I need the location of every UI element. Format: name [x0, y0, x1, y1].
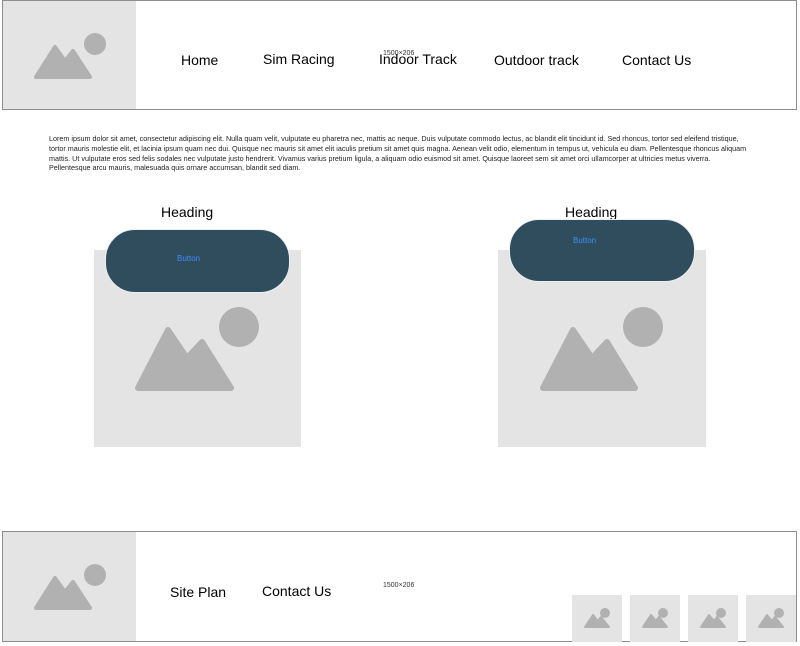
footer-thumbnail-3[interactable] [688, 595, 738, 642]
nav-contact-us[interactable]: Contact Us [622, 52, 691, 68]
footer-thumbnail-1[interactable] [572, 595, 622, 642]
footer-thumbnail-4[interactable] [746, 595, 796, 642]
image-placeholder-icon [700, 608, 726, 628]
image-placeholder-icon [584, 608, 610, 628]
image-placeholder-icon [34, 33, 106, 79]
nav-indoor-track[interactable]: Indoor Track [379, 51, 457, 67]
card-2-button-label: Button [573, 236, 597, 245]
card-2-button[interactable]: Button [509, 219, 695, 282]
footer-contact-us-link[interactable]: Contact Us [262, 583, 331, 599]
nav-home[interactable]: Home [181, 52, 218, 68]
image-placeholder-icon [758, 608, 784, 628]
card-1-button[interactable]: Button [105, 229, 290, 293]
footer-logo[interactable] [3, 532, 136, 641]
footer-banner-label: 1500×206 [383, 582, 415, 589]
footer-site-plan-link[interactable]: Site Plan [170, 584, 226, 600]
nav-sim-racing[interactable]: Sim Racing [263, 51, 335, 67]
card-2-heading: Heading [565, 204, 618, 220]
nav-outdoor-track[interactable]: Outdoor track [494, 52, 579, 68]
footer-thumbnail-2[interactable] [630, 595, 680, 642]
image-placeholder-icon [34, 564, 106, 610]
card-1-button-label: Button [177, 254, 201, 263]
header-logo[interactable] [3, 1, 136, 109]
intro-paragraph: Lorem ipsum dolor sit amet, consectetur … [49, 134, 747, 173]
card-1-heading: Heading [161, 204, 214, 220]
image-placeholder-icon [642, 608, 668, 628]
